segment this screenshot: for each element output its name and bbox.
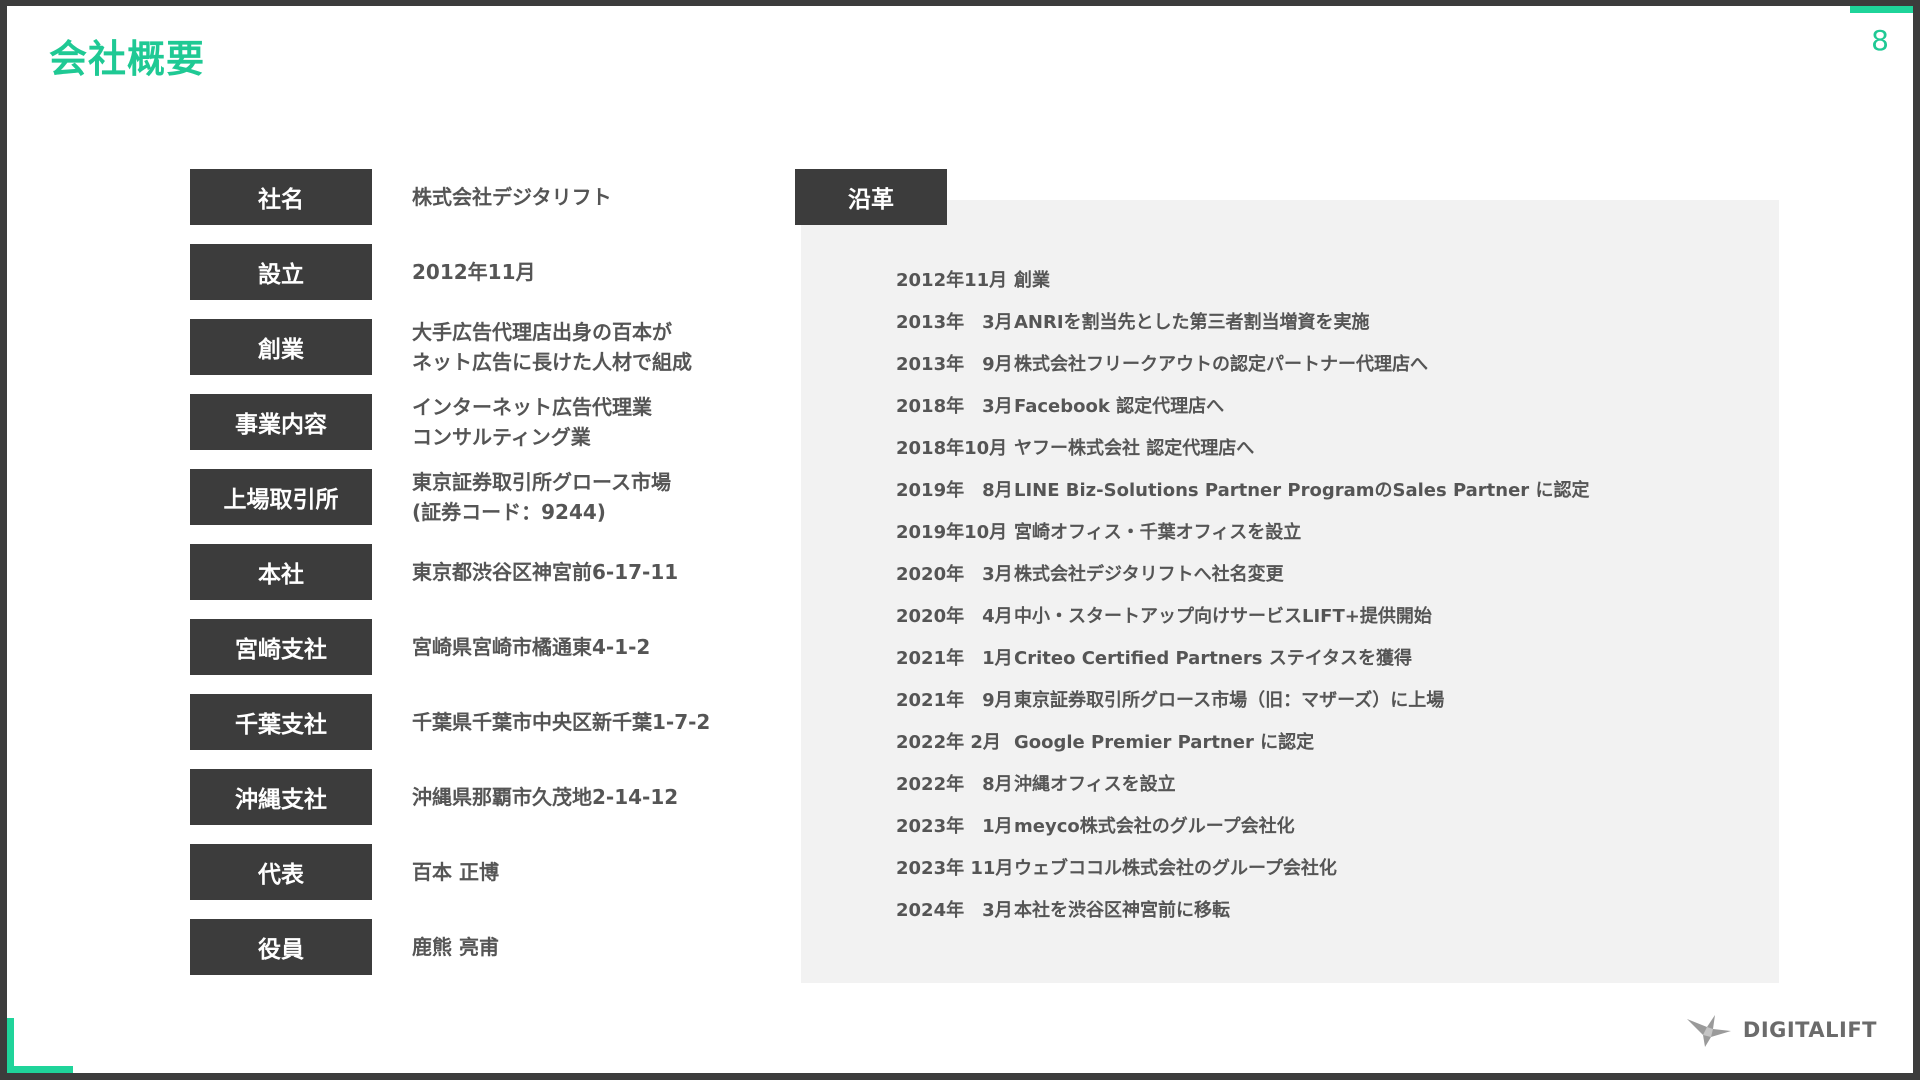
- history-item: 2022年 2月 Google Premier Partner に認定: [896, 720, 1589, 762]
- info-value: 千葉県千葉市中央区新千葉1-7-2: [412, 710, 711, 734]
- info-value: 宮崎県宮崎市橘通東4-1-2: [412, 635, 651, 659]
- info-row-officers: 役員 鹿熊 亮甫: [190, 919, 790, 975]
- page-title: 会社概要: [49, 37, 206, 81]
- history-date: 2018年10月: [896, 438, 1008, 459]
- slide: 会社概要 8 社名 株式会社デジタリフト 設立 2012年11月 創業 大手広告…: [7, 6, 1913, 1073]
- history-item: 2023年 1月 meyco株式会社のグループ会社化: [896, 804, 1589, 846]
- history-item: 2020年 4月 中小・スタートアップ向けサービスLIFT+提供開始: [896, 594, 1589, 636]
- info-value: 株式会社デジタリフト: [412, 185, 612, 209]
- history-item: 2023年 11月 ウェブココル株式会社のグループ会社化: [896, 846, 1589, 888]
- info-value: インターネット広告代理業 コンサルティング業: [412, 395, 652, 449]
- history-event: 本社を渋谷区神宮前に移転: [1014, 900, 1230, 921]
- history-date: 2013年 9月: [896, 354, 1013, 375]
- info-value: 大手広告代理店出身の百本が ネット広告に長けた人材で組成: [412, 320, 692, 374]
- history-event: 株式会社デジタリフトへ社名変更: [1014, 564, 1284, 585]
- history-item: 2012年11月 創業: [896, 258, 1589, 300]
- accent-bar-top-right: [1850, 6, 1913, 13]
- history-event: Google Premier Partner に認定: [1014, 732, 1315, 753]
- info-label: 事業内容: [190, 394, 372, 450]
- info-label: 千葉支社: [190, 694, 372, 750]
- history-list: 2012年11月 創業 2013年 3月 ANRIを割当先とした第三者割当増資を実施…: [896, 258, 1589, 930]
- history-item: 2013年 3月 ANRIを割当先とした第三者割当増資を実施: [896, 300, 1589, 342]
- company-logo: DIGITALIFT: [1685, 1011, 1877, 1049]
- history-item: 2019年10月 宮崎オフィス・千葉オフィスを設立: [896, 510, 1589, 552]
- info-label: 宮崎支社: [190, 619, 372, 675]
- info-row-established: 設立 2012年11月: [190, 244, 790, 300]
- history-event: LINE Biz-Solutions Partner ProgramのSales…: [1014, 480, 1590, 501]
- history-item: 2024年 3月 本社を渋谷区神宮前に移転: [896, 888, 1589, 930]
- info-label: 役員: [190, 919, 372, 975]
- info-value: 鹿熊 亮甫: [412, 935, 499, 959]
- history-event: Facebook 認定代理店へ: [1014, 396, 1225, 417]
- history-item: 2021年 9月 東京証券取引所グロース市場（旧：マザーズ）に上場: [896, 678, 1589, 720]
- history-date: 2012年11月: [896, 270, 1008, 291]
- info-row-representative: 代表 百本 正博: [190, 844, 790, 900]
- info-row-okinawa-branch: 沖縄支社 沖縄県那覇市久茂地2-14-12: [190, 769, 790, 825]
- info-value: 東京証券取引所グロース市場 (証券コード：9244): [412, 470, 671, 524]
- info-row-headquarters: 本社 東京都渋谷区神宮前6-17-11: [190, 544, 790, 600]
- history-date: 2021年 9月: [896, 690, 1013, 711]
- history-event: 株式会社フリークアウトの認定パートナー代理店へ: [1014, 354, 1428, 375]
- accent-bar-bottom-left: [7, 1066, 73, 1073]
- history-event: ANRIを割当先とした第三者割当増資を実施: [1014, 312, 1370, 333]
- info-label: 本社: [190, 544, 372, 600]
- history-event: 創業: [1014, 270, 1050, 291]
- history-item: 2019年 8月 LINE Biz-Solutions Partner Progr…: [896, 468, 1589, 510]
- bird-logo-icon: [1686, 1015, 1731, 1047]
- history-date: 2013年 3月: [896, 312, 1013, 333]
- info-value: 東京都渋谷区神宮前6-17-11: [412, 560, 679, 584]
- history-event: 沖縄オフィスを設立: [1014, 774, 1176, 795]
- logo-text: DIGITALIFT: [1742, 1018, 1877, 1042]
- info-row-exchange: 上場取引所 東京証券取引所グロース市場 (証券コード：9244): [190, 469, 790, 525]
- history-event: 宮崎オフィス・千葉オフィスを設立: [1014, 522, 1302, 543]
- history-item: 2018年10月 ヤフー株式会社 認定代理店へ: [896, 426, 1589, 468]
- history-item: 2020年 3月 株式会社デジタリフトへ社名変更: [896, 552, 1589, 594]
- info-row-business: 事業内容 インターネット広告代理業 コンサルティング業: [190, 394, 790, 450]
- info-label: 代表: [190, 844, 372, 900]
- history-date: 2023年 11月: [896, 858, 1014, 879]
- accent-bar-left-edge: [7, 1018, 14, 1073]
- page-number: 8: [1871, 24, 1889, 57]
- history-date: 2020年 4月: [896, 606, 1013, 627]
- info-value: 沖縄県那覇市久茂地2-14-12: [412, 785, 679, 809]
- history-date: 2021年 1月: [896, 648, 1013, 669]
- history-heading: 沿革: [795, 169, 947, 225]
- info-label: 創業: [190, 319, 372, 375]
- history-event: 東京証券取引所グロース市場（旧：マザーズ）に上場: [1014, 690, 1445, 711]
- history-event: ウェブココル株式会社のグループ会社化: [1014, 858, 1337, 879]
- history-date: 2019年10月: [896, 522, 1008, 543]
- info-label: 社名: [190, 169, 372, 225]
- history-item: 2018年 3月 Facebook 認定代理店へ: [896, 384, 1589, 426]
- history-event: ヤフー株式会社 認定代理店へ: [1014, 438, 1255, 459]
- info-value: 2012年11月: [412, 260, 536, 284]
- info-row-founding: 創業 大手広告代理店出身の百本が ネット広告に長けた人材で組成: [190, 319, 790, 375]
- history-item: 2021年 1月 Criteo Certified Partners ステイタスを…: [896, 636, 1589, 678]
- history-date: 2019年 8月: [896, 480, 1013, 501]
- history-event: Criteo Certified Partners ステイタスを獲得: [1014, 648, 1412, 669]
- history-item: 2022年 8月 沖縄オフィスを設立: [896, 762, 1589, 804]
- info-row-company-name: 社名 株式会社デジタリフト: [190, 169, 790, 225]
- history-date: 2018年 3月: [896, 396, 1013, 417]
- history-date: 2024年 3月: [896, 900, 1013, 921]
- history-item: 2013年 9月 株式会社フリークアウトの認定パートナー代理店へ: [896, 342, 1589, 384]
- info-label: 上場取引所: [190, 469, 372, 525]
- history-event: meyco株式会社のグループ会社化: [1014, 816, 1295, 837]
- history-date: 2022年 8月: [896, 774, 1013, 795]
- info-row-miyazaki-branch: 宮崎支社 宮崎県宮崎市橘通東4-1-2: [190, 619, 790, 675]
- info-label: 沖縄支社: [190, 769, 372, 825]
- info-value: 百本 正博: [412, 860, 499, 884]
- info-label: 設立: [190, 244, 372, 300]
- history-date: 2023年 1月: [896, 816, 1013, 837]
- info-row-chiba-branch: 千葉支社 千葉県千葉市中央区新千葉1-7-2: [190, 694, 790, 750]
- history-event: 中小・スタートアップ向けサービスLIFT+提供開始: [1014, 606, 1432, 627]
- history-date: 2020年 3月: [896, 564, 1013, 585]
- history-date: 2022年 2月: [896, 732, 1001, 753]
